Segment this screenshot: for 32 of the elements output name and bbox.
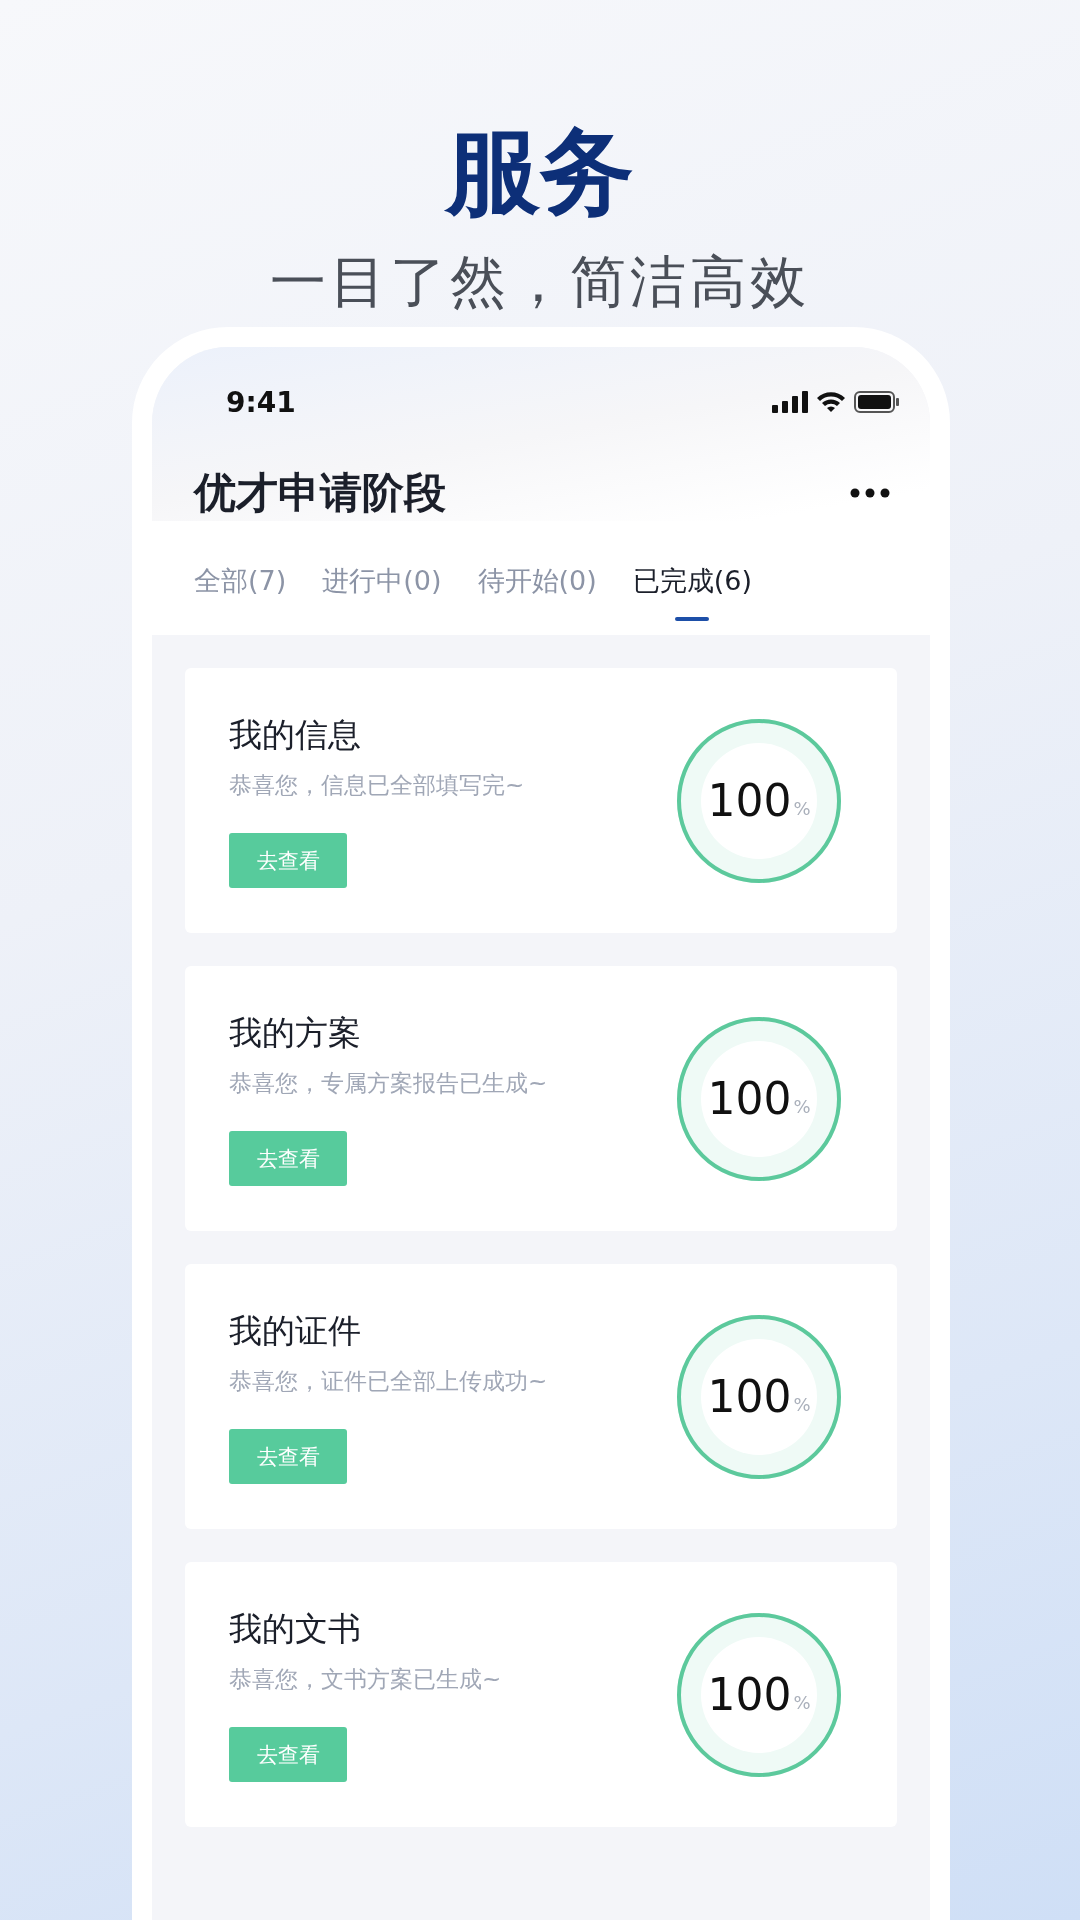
percent-value: 100	[707, 1669, 792, 1720]
percent-value: 100	[707, 1073, 792, 1124]
card-subtitle: 恭喜您，证件已全部上传成功~	[229, 1367, 548, 1396]
view-button[interactable]: 去查看	[229, 833, 347, 888]
tab[interactable]: 已完成(6)	[632, 563, 752, 635]
signal-icon	[772, 391, 808, 413]
card-title: 我的方案	[229, 1012, 361, 1054]
percent-unit: %	[793, 1394, 811, 1415]
wifi-icon	[816, 391, 846, 413]
view-button[interactable]: 去查看	[229, 1429, 347, 1484]
card-title: 我的信息	[229, 714, 361, 756]
card-subtitle: 恭喜您，文书方案已生成~	[229, 1665, 502, 1694]
tab[interactable]: 进行中(0)	[322, 563, 442, 635]
percent-value: 100	[707, 775, 792, 826]
subheadline: 一目了然，简洁高效	[270, 248, 810, 317]
tab[interactable]: 全部(7)	[194, 563, 287, 635]
tab[interactable]: 待开始(0)	[477, 563, 597, 635]
view-button[interactable]: 去查看	[229, 1727, 347, 1782]
card-title: 我的证件	[229, 1310, 361, 1352]
battery-icon	[854, 391, 900, 413]
card-subtitle: 恭喜您，信息已全部填写完~	[229, 771, 525, 800]
percent-unit: %	[793, 798, 811, 819]
page-title: 优才申请阶段	[194, 467, 446, 519]
card-subtitle: 恭喜您，专属方案报告已生成~	[229, 1069, 548, 1098]
card-title: 我的文书	[229, 1608, 361, 1650]
percent-value: 100	[707, 1371, 792, 1422]
status-time: 9:41	[226, 385, 296, 419]
headline: 服务	[446, 120, 634, 224]
percent-unit: %	[793, 1096, 811, 1117]
percent-unit: %	[793, 1692, 811, 1713]
view-button[interactable]: 去查看	[229, 1131, 347, 1186]
more-icon[interactable]	[850, 488, 890, 498]
